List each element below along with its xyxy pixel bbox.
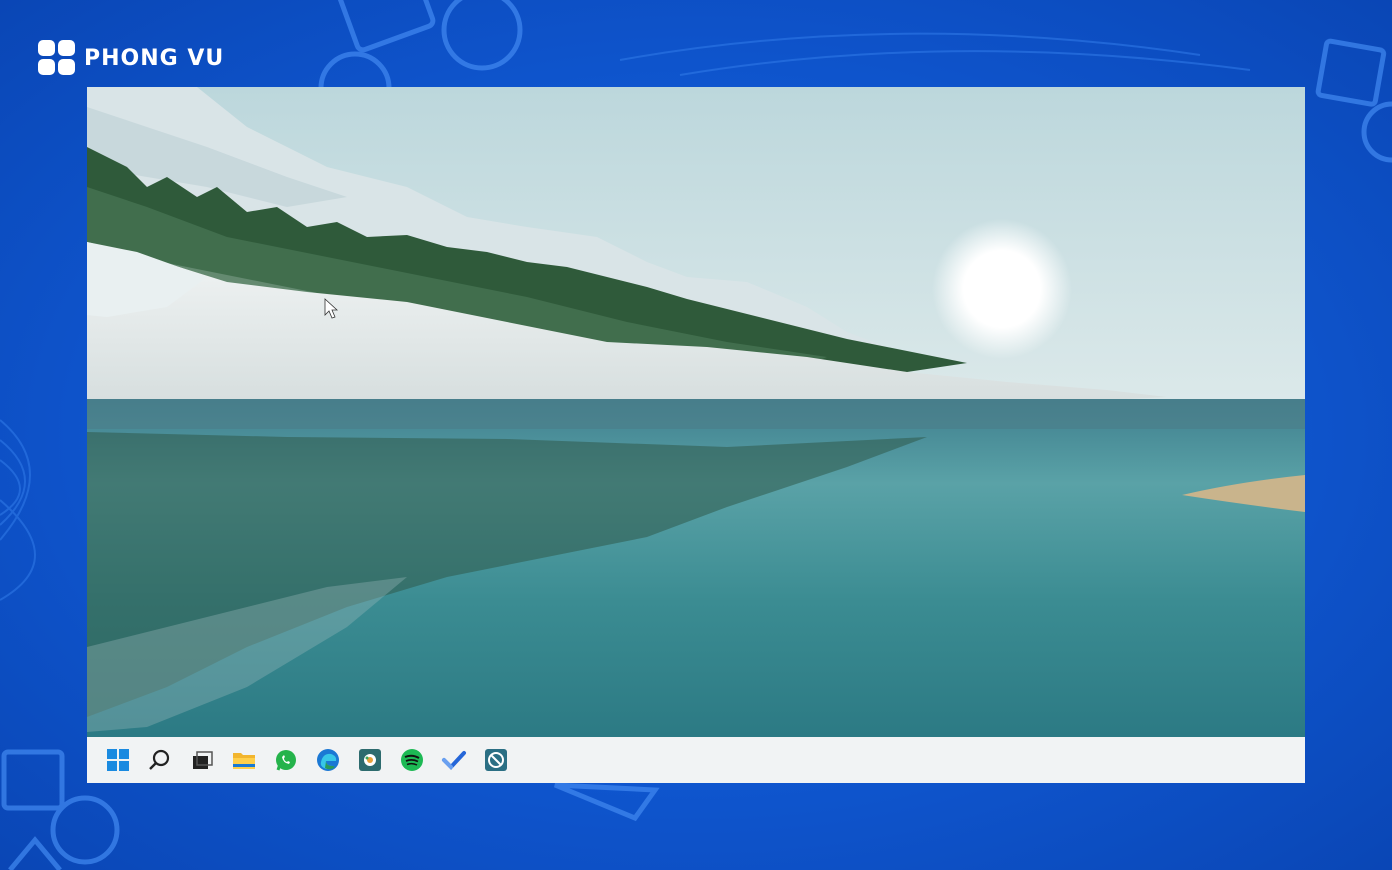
brand-logo: PHONG VU bbox=[38, 40, 224, 76]
desktop-wallpaper bbox=[87, 87, 1305, 737]
edge-icon bbox=[317, 749, 339, 771]
desktop-screen bbox=[87, 87, 1305, 783]
blocked-app-button[interactable] bbox=[483, 747, 509, 773]
whatsapp-icon bbox=[276, 750, 296, 771]
search-button[interactable] bbox=[147, 747, 173, 773]
file-explorer-button[interactable] bbox=[231, 747, 257, 773]
whatsapp-button[interactable] bbox=[273, 747, 299, 773]
edge-button[interactable] bbox=[315, 747, 341, 773]
brand-logo-icon bbox=[38, 40, 76, 76]
spotify-button[interactable] bbox=[399, 747, 425, 773]
start-button[interactable] bbox=[105, 747, 131, 773]
search-icon bbox=[149, 749, 170, 770]
task-view-icon bbox=[193, 751, 213, 769]
settings-app-button[interactable] bbox=[357, 747, 383, 773]
spotify-icon bbox=[401, 749, 423, 771]
todo-button[interactable] bbox=[441, 747, 467, 773]
windows-start-icon bbox=[107, 749, 129, 771]
taskbar bbox=[87, 737, 1305, 783]
todo-icon bbox=[442, 751, 466, 770]
app-settings-icon bbox=[359, 749, 381, 771]
brand-name: PHONG VU bbox=[84, 45, 225, 71]
file-explorer-icon bbox=[233, 753, 255, 769]
task-view-button[interactable] bbox=[189, 747, 215, 773]
blocked-app-icon bbox=[485, 749, 507, 771]
